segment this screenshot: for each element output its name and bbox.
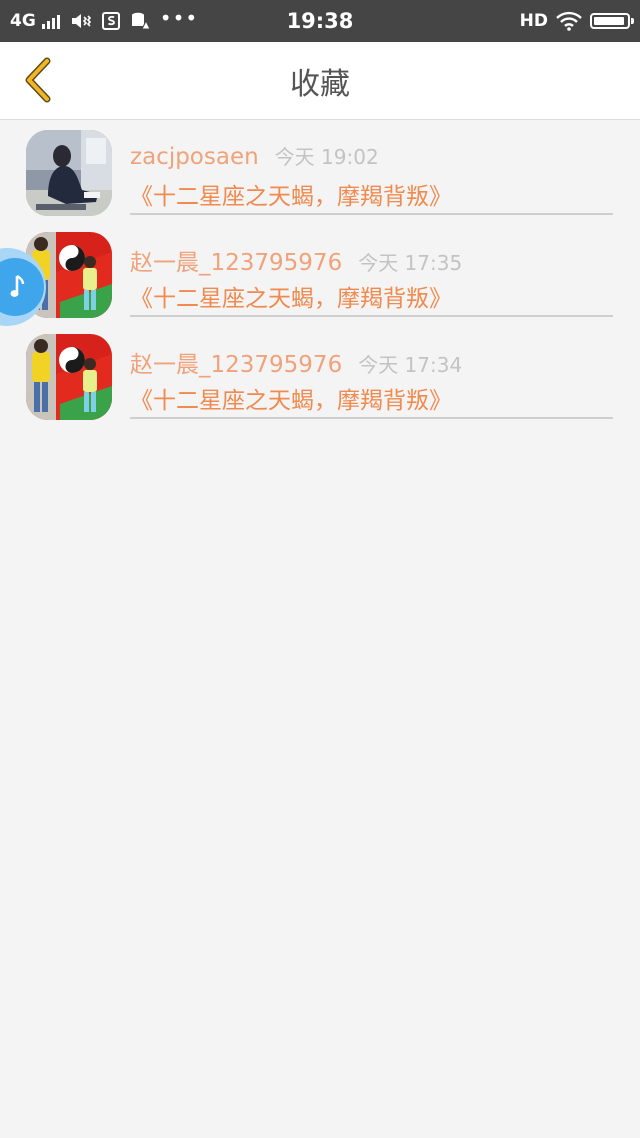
item-meta: 赵一晨_123795976 今天 17:34 bbox=[130, 345, 462, 379]
item-title[interactable]: 《十二星座之天蝎，摩羯背叛》 bbox=[130, 279, 452, 313]
item-username[interactable]: 赵一晨_123795976 bbox=[130, 345, 342, 379]
item-title[interactable]: 《十二星座之天蝎，摩羯背叛》 bbox=[130, 381, 452, 415]
item-timestamp: 今天 19:02 bbox=[274, 145, 379, 169]
item-meta: 赵一晨_123795976 今天 17:35 bbox=[130, 243, 462, 277]
item-timestamp: 今天 17:34 bbox=[358, 353, 463, 377]
status-bar: 4G ••• 19:38 HD bbox=[0, 0, 640, 42]
item-username[interactable]: 赵一晨_123795976 bbox=[130, 243, 342, 277]
item-username[interactable]: zacjposaen bbox=[130, 144, 259, 170]
battery-level bbox=[594, 17, 625, 25]
music-note-icon bbox=[10, 275, 25, 297]
hd-indicator: HD bbox=[519, 11, 548, 31]
list-item[interactable]: 赵一晨_123795976 今天 17:35 《十二星座之天蝎，摩羯背叛》 bbox=[0, 223, 640, 325]
list-item[interactable]: zacjposaen 今天 19:02 《十二星座之天蝎，摩羯背叛》 bbox=[0, 121, 640, 223]
item-title[interactable]: 《十二星座之天蝎，摩羯背叛》 bbox=[130, 177, 452, 211]
item-content: 赵一晨_123795976 今天 17:35 《十二星座之天蝎，摩羯背叛》 bbox=[130, 223, 613, 317]
item-content: 赵一晨_123795976 今天 17:34 《十二星座之天蝎，摩羯背叛》 bbox=[130, 325, 613, 419]
favorites-list: zacjposaen 今天 19:02 《十二星座之天蝎，摩羯背叛》 赵一晨_1… bbox=[0, 121, 640, 427]
item-timestamp: 今天 17:35 bbox=[358, 251, 463, 275]
item-content: zacjposaen 今天 19:02 《十二星座之天蝎，摩羯背叛》 bbox=[130, 121, 613, 215]
avatar[interactable] bbox=[26, 334, 112, 420]
status-right: HD bbox=[519, 11, 634, 31]
page-title: 收藏 bbox=[290, 66, 350, 102]
list-item[interactable]: 赵一晨_123795976 今天 17:34 《十二星座之天蝎，摩羯背叛》 bbox=[0, 325, 640, 427]
app-header: 收藏 bbox=[0, 42, 640, 120]
wifi-icon bbox=[556, 11, 582, 31]
music-button-inner bbox=[0, 258, 44, 316]
battery-icon bbox=[590, 13, 634, 29]
item-meta: zacjposaen 今天 19:02 bbox=[130, 141, 379, 170]
avatar[interactable] bbox=[26, 130, 112, 216]
